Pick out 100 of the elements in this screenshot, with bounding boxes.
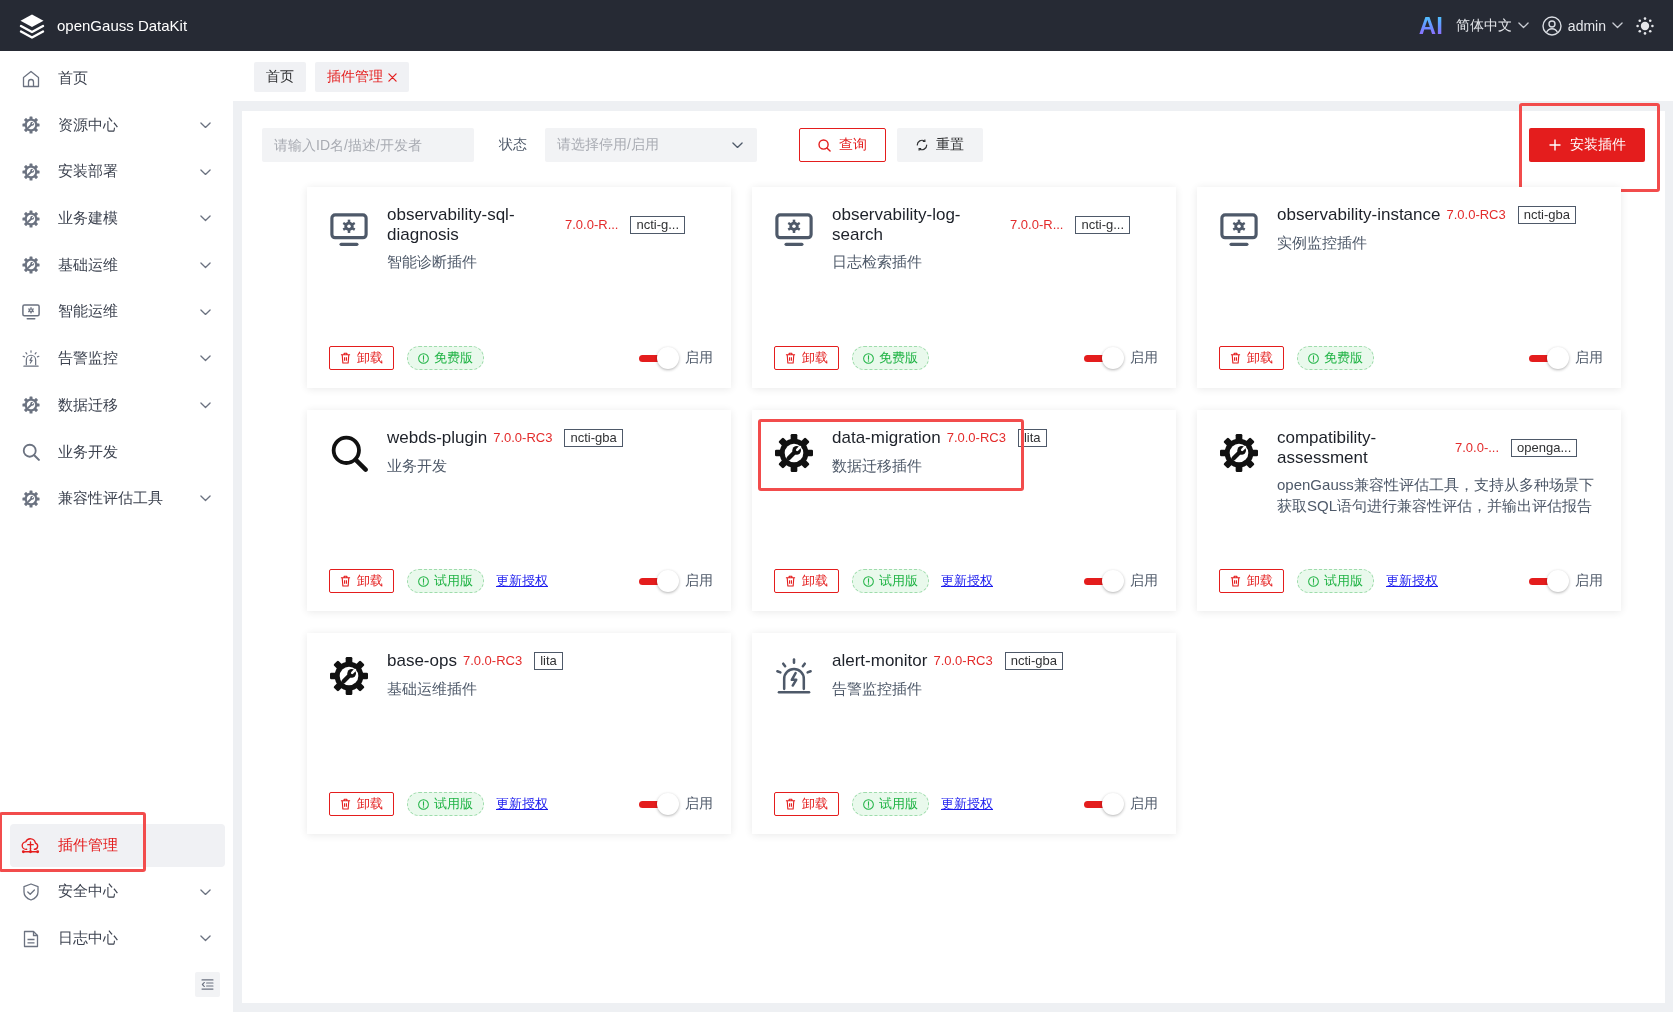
plugin-name: webds-plugin bbox=[387, 428, 488, 448]
license-label: 试用版 bbox=[434, 795, 473, 813]
sidebar-item[interactable]: 基础运维 bbox=[10, 243, 225, 287]
uninstall-button[interactable]: 卸载 bbox=[329, 569, 394, 593]
monitor-icon bbox=[330, 213, 368, 247]
chevron-down-icon bbox=[732, 141, 743, 149]
sidebar-item[interactable]: 首页 bbox=[10, 57, 225, 100]
toggle-switch[interactable] bbox=[639, 793, 679, 815]
trash-icon bbox=[340, 352, 351, 364]
gear-wrench-icon bbox=[21, 489, 40, 508]
toggle-switch[interactable] bbox=[1529, 570, 1569, 592]
tag-label: openga... bbox=[1511, 438, 1578, 457]
toggle-switch[interactable] bbox=[1529, 347, 1569, 369]
toggle-switch[interactable] bbox=[639, 347, 679, 369]
gear-wrench-icon bbox=[774, 433, 814, 473]
sidebar-item[interactable]: 日志中心 bbox=[10, 917, 225, 960]
reset-button[interactable]: 重置 bbox=[897, 128, 983, 162]
uninstall-button[interactable]: 卸载 bbox=[1219, 569, 1284, 593]
alarm-light-icon bbox=[21, 350, 40, 368]
renew-license-link[interactable]: 更新授权 bbox=[496, 572, 548, 590]
license-label: 试用版 bbox=[879, 572, 918, 590]
sidebar-item[interactable]: 安装部署 bbox=[10, 150, 225, 194]
cloud-plugin-icon bbox=[21, 836, 40, 854]
page-tab[interactable]: 插件管理 bbox=[315, 62, 409, 92]
info-icon bbox=[863, 575, 874, 587]
search-icon bbox=[21, 443, 40, 461]
switch-label: 启用 bbox=[685, 572, 713, 590]
close-icon[interactable] bbox=[388, 72, 397, 82]
uninstall-button[interactable]: 卸载 bbox=[1219, 346, 1284, 370]
sidebar-item[interactable]: 资源中心 bbox=[10, 103, 225, 147]
uninstall-button[interactable]: 卸载 bbox=[774, 792, 839, 816]
license-label: 试用版 bbox=[1324, 572, 1363, 590]
sidebar-item[interactable]: 数据迁移 bbox=[10, 383, 225, 427]
gear-wrench-icon bbox=[21, 396, 40, 415]
toggle-switch[interactable] bbox=[1084, 347, 1124, 369]
info-icon bbox=[418, 575, 429, 587]
tag-label: lita bbox=[1017, 428, 1047, 447]
trash-icon bbox=[785, 352, 796, 364]
sidebar-item[interactable]: 智能运维 bbox=[10, 290, 225, 334]
renew-license-link[interactable]: 更新授权 bbox=[1386, 572, 1438, 590]
sidebar-item[interactable]: 插件管理 bbox=[10, 823, 225, 867]
collapse-icon bbox=[201, 979, 214, 990]
switch-label: 启用 bbox=[685, 349, 713, 367]
toggle-switch[interactable] bbox=[639, 570, 679, 592]
version-label: 7.0.0-RC3 bbox=[493, 430, 553, 446]
plugin-name: alert-monitor bbox=[832, 651, 928, 671]
page-tab[interactable]: 首页 bbox=[254, 62, 306, 92]
plugin-name: data-migration bbox=[832, 428, 941, 448]
monitor-icon bbox=[775, 213, 813, 247]
shield-check-icon bbox=[21, 882, 40, 901]
plugin-name: observability-sql-diagnosis bbox=[387, 205, 516, 244]
app-title: openGauss DataKit bbox=[57, 17, 188, 34]
version-label: 7.0.0-... bbox=[1455, 440, 1500, 455]
monitor-icon bbox=[21, 304, 40, 320]
plugin-description: 日志检索插件 bbox=[832, 252, 923, 272]
sidebar-item[interactable]: 业务开发 bbox=[10, 430, 225, 474]
tag-label: ncti-g... bbox=[630, 215, 686, 234]
sidebar-item[interactable]: 安全中心 bbox=[10, 870, 225, 914]
tag-label: ncti-gba bbox=[1517, 205, 1576, 224]
uninstall-button[interactable]: 卸载 bbox=[774, 569, 839, 593]
plugin-name: observability-log-search bbox=[832, 205, 962, 244]
sidebar-item[interactable]: 兼容性评估工具 bbox=[10, 477, 225, 521]
info-icon bbox=[1308, 352, 1319, 364]
version-label: 7.0.0-RC3 bbox=[933, 653, 993, 669]
plugin-description: 数据迁移插件 bbox=[832, 455, 923, 476]
sun-icon[interactable] bbox=[1636, 16, 1654, 35]
switch-label: 启用 bbox=[1130, 795, 1158, 813]
query-button[interactable]: 查询 bbox=[799, 128, 886, 162]
switch-label: 启用 bbox=[1575, 349, 1603, 367]
license-label: 免费版 bbox=[434, 349, 473, 367]
refresh-icon bbox=[916, 139, 928, 151]
switch-label: 启用 bbox=[1130, 572, 1158, 590]
sidebar-item[interactable]: 业务建模 bbox=[10, 197, 225, 241]
tag-label: ncti-g... bbox=[1075, 215, 1131, 234]
language-selector[interactable]: 简体中文 bbox=[1455, 16, 1529, 35]
uninstall-button[interactable]: 卸载 bbox=[774, 346, 839, 370]
gear-wrench-icon bbox=[21, 162, 40, 181]
uninstall-button[interactable]: 卸载 bbox=[329, 792, 394, 816]
trash-icon bbox=[1230, 575, 1241, 587]
user-menu[interactable]: admin bbox=[1541, 15, 1623, 36]
toggle-switch[interactable] bbox=[1084, 570, 1124, 592]
status-label: 状态 bbox=[499, 136, 527, 154]
monitor-icon bbox=[1220, 213, 1258, 247]
trash-icon bbox=[785, 798, 796, 810]
version-label: 7.0.0-RC3 bbox=[1446, 207, 1506, 223]
renew-license-link[interactable]: 更新授权 bbox=[941, 795, 993, 813]
version-label: 7.0.0-R... bbox=[565, 217, 619, 232]
renew-license-link[interactable]: 更新授权 bbox=[496, 795, 548, 813]
renew-license-link[interactable]: 更新授权 bbox=[941, 572, 993, 590]
search-field[interactable]: 请输入ID名/描述/开发者 bbox=[262, 128, 474, 162]
plugin-description: openGauss兼容性评估工具，支持从多种场景下获取SQL语句进行兼容性评估，并输出评估报告 bbox=[1277, 475, 1595, 516]
trash-icon bbox=[340, 798, 351, 810]
info-icon bbox=[418, 352, 429, 364]
toggle-switch[interactable] bbox=[1084, 793, 1124, 815]
switch-label: 启用 bbox=[1575, 572, 1603, 590]
trash-icon bbox=[1230, 352, 1241, 364]
collapse-sidebar-button[interactable] bbox=[195, 972, 220, 997]
uninstall-button[interactable]: 卸载 bbox=[329, 346, 394, 370]
sidebar-item[interactable]: 告警监控 bbox=[10, 337, 225, 381]
install-plugin-button[interactable]: 安装插件 bbox=[1529, 128, 1645, 162]
